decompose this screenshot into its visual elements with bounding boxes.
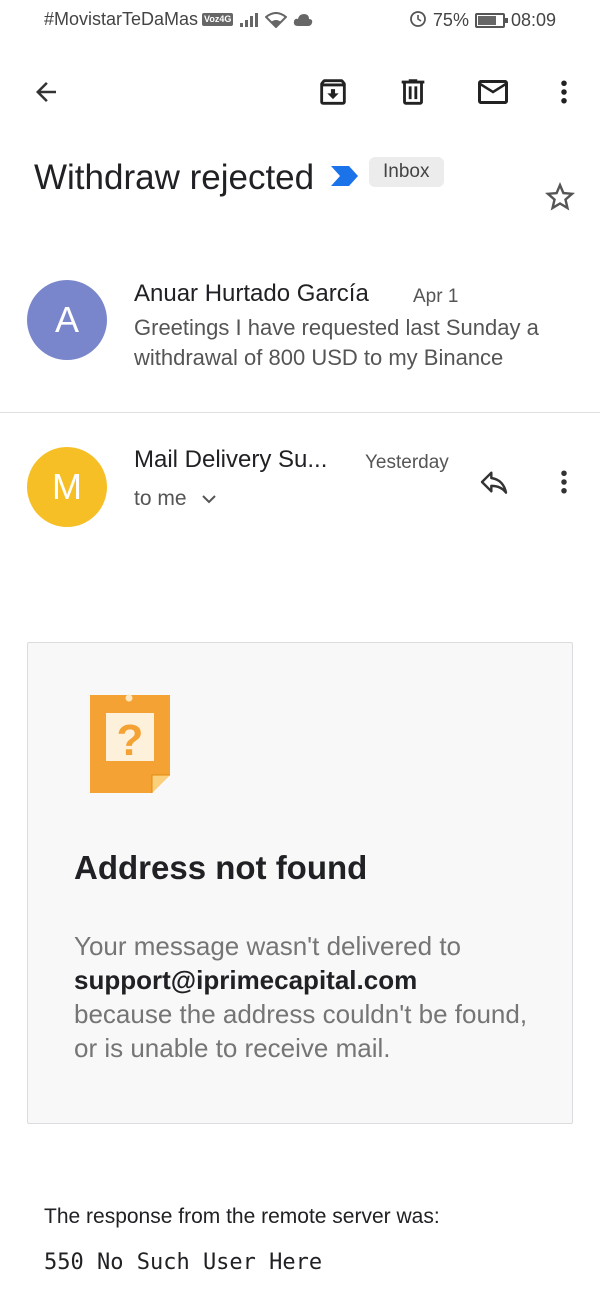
bounce-text-after: because the address couldn't be found, o… [74, 999, 528, 1063]
avatar-letter: A [54, 299, 79, 340]
label-chip-inbox[interactable]: Inbox [369, 157, 444, 187]
important-marker-icon[interactable] [329, 165, 359, 192]
status-right: 75% 08:09 [409, 9, 556, 32]
cloud-icon [293, 13, 313, 27]
bounce-message: Your message wasn't delivered to support… [74, 929, 544, 1065]
back-button[interactable] [22, 68, 70, 116]
thread-subject: Withdraw rejected [34, 158, 315, 197]
battery-icon [474, 13, 508, 28]
more-options-button[interactable] [540, 68, 588, 116]
message-date: Yesterday [365, 452, 449, 473]
signal-icon [239, 12, 259, 28]
recipient-text: to me [134, 487, 187, 510]
status-time: 08:09 [510, 10, 556, 30]
chevron-down-icon [201, 495, 216, 504]
wifi-icon [265, 11, 288, 28]
server-response-label: The response from the remote server was: [44, 1205, 440, 1228]
message-sender[interactable]: Anuar Hurtado García [134, 280, 369, 308]
message-snippet[interactable]: Greetings I have requested last Sunday a… [134, 313, 574, 373]
message-divider [0, 412, 600, 413]
mark-unread-icon [478, 80, 508, 104]
delete-icon [401, 79, 425, 105]
reply-icon [480, 471, 508, 494]
app-bar [0, 56, 600, 128]
reply-button[interactable] [470, 458, 518, 506]
bounce-text-before: Your message wasn't delivered to [74, 931, 462, 961]
carrier-name: #MovistarTeDaMas [44, 9, 199, 29]
svg-text:?: ? [117, 716, 144, 765]
message-date: Apr 1 [413, 286, 459, 307]
status-left: #MovistarTeDaMas Voz4G [44, 9, 313, 30]
archive-icon [320, 79, 346, 105]
star-outline-icon [545, 182, 575, 211]
archive-button[interactable] [309, 68, 357, 116]
more-vert-icon [561, 80, 567, 104]
bounce-address[interactable]: support@iprimecapital.com [74, 963, 544, 997]
message-sender[interactable]: Mail Delivery Su... [134, 446, 327, 474]
back-arrow-icon [36, 82, 56, 102]
star-button[interactable] [538, 175, 582, 219]
status-bar: #MovistarTeDaMas Voz4G 75% 08:09 [0, 0, 600, 40]
more-vert-icon [561, 470, 567, 494]
mark-unread-button[interactable] [469, 68, 517, 116]
server-response-code: 550 No Such User Here [44, 1250, 323, 1275]
avatar-letter: M [52, 466, 82, 507]
battery-percent: 75% [432, 10, 469, 30]
network-badge: Voz4G [202, 13, 234, 26]
sender-avatar[interactable]: A [27, 280, 107, 360]
alarm-icon [409, 9, 427, 32]
recipient-details-toggle[interactable]: to me [134, 487, 217, 511]
bounce-notice-card: ? Address not found Your message wasn't … [27, 642, 573, 1124]
subject-row: Withdraw rejected Inbox [34, 157, 574, 198]
delete-button[interactable] [389, 68, 437, 116]
bounce-title: Address not found [74, 849, 368, 886]
address-not-found-icon: ? [88, 691, 172, 802]
sender-avatar[interactable]: M [27, 447, 107, 527]
message-more-button[interactable] [540, 458, 588, 506]
